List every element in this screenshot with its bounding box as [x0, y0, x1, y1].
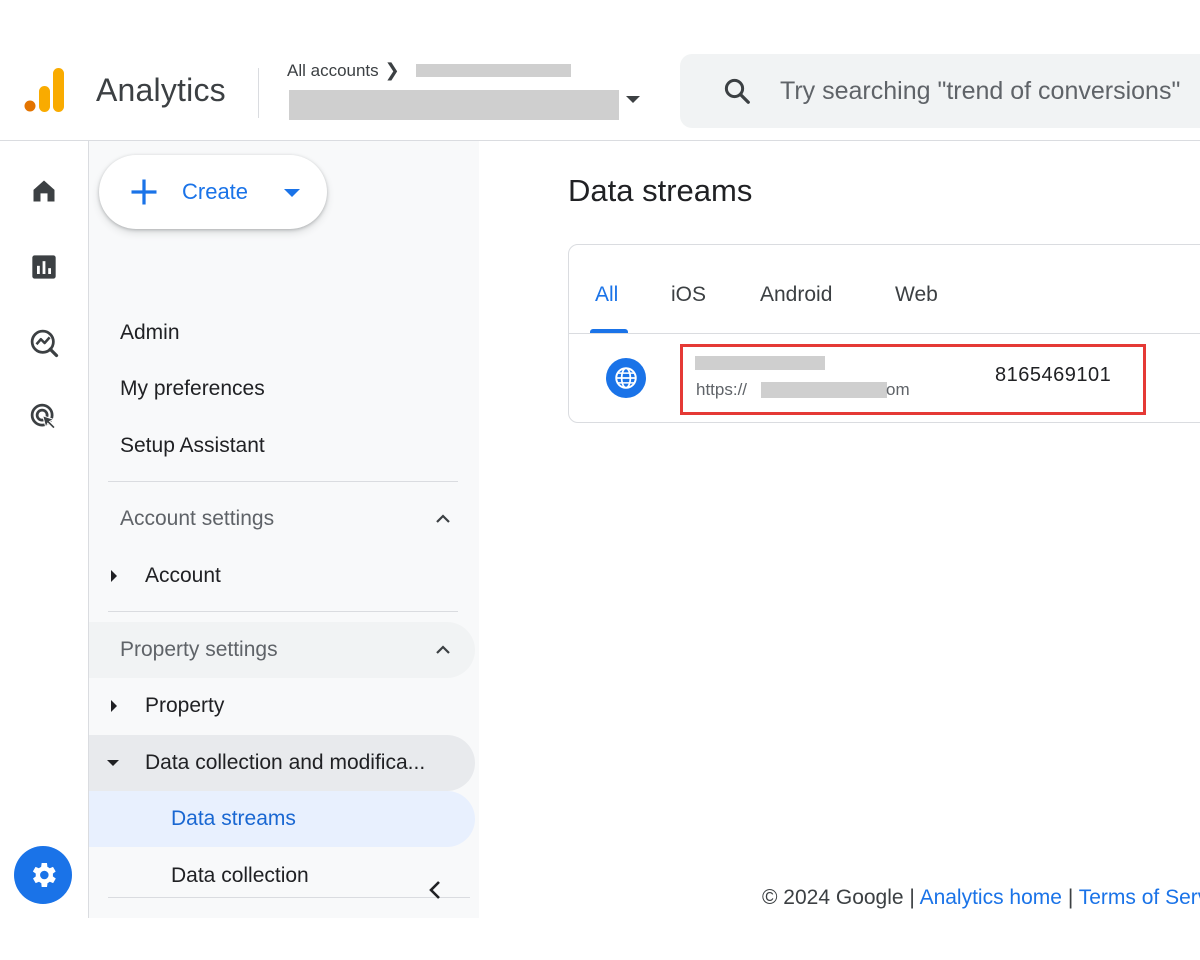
footer: © 2024 Google | Analytics home | Terms o… — [762, 886, 1200, 910]
tab-ios[interactable]: iOS — [671, 283, 706, 307]
collapse-sidebar-button[interactable] — [421, 876, 449, 904]
sub-item-data-collection-label: Data collection — [171, 864, 309, 887]
plus-icon — [131, 179, 157, 205]
expand-arrow-icon — [111, 700, 117, 712]
rail-reports[interactable] — [24, 247, 64, 287]
tab-web[interactable]: Web — [895, 283, 938, 307]
chevron-left-icon — [429, 881, 440, 899]
chevron-down-icon — [284, 189, 300, 197]
redacted-property-name[interactable] — [289, 90, 619, 120]
rail-explore[interactable] — [24, 323, 64, 363]
chevron-up-icon — [436, 514, 450, 523]
admin-settings-button[interactable] — [14, 846, 72, 904]
property-settings-header[interactable]: Property settings — [89, 622, 475, 678]
nav-setup-assistant[interactable]: Setup Assistant — [120, 434, 265, 458]
sub-item-data-streams-label: Data streams — [171, 807, 296, 830]
account-settings-header[interactable]: Account settings — [89, 491, 475, 547]
globe-icon — [615, 367, 637, 389]
property-dropdown-icon[interactable] — [626, 96, 640, 103]
expand-arrow-icon — [111, 570, 117, 582]
tree-item-data-collection-modification[interactable]: Data collection and modifica... — [89, 735, 475, 791]
explore-icon — [30, 329, 59, 358]
breadcrumb-all-accounts[interactable]: All accounts — [287, 61, 379, 81]
stream-tabs: All iOS Android Web — [569, 245, 1200, 334]
gear-icon — [32, 863, 56, 887]
nav-my-preferences[interactable]: My preferences — [120, 377, 265, 401]
footer-separator: | — [1067, 886, 1074, 909]
active-tab-indicator — [590, 329, 628, 333]
sub-item-data-streams[interactable]: Data streams — [89, 791, 475, 847]
create-label: Create — [182, 179, 249, 204]
home-icon — [33, 180, 55, 202]
section-divider — [108, 611, 458, 612]
analytics-logo[interactable] — [22, 64, 66, 116]
footer-analytics-home-link[interactable]: Analytics home — [920, 886, 1062, 909]
left-rail — [0, 141, 89, 918]
section-divider — [108, 481, 458, 482]
tab-all[interactable]: All — [595, 283, 618, 307]
rail-home[interactable] — [24, 171, 64, 211]
collapse-arrow-icon — [107, 760, 119, 766]
advertising-icon — [30, 403, 56, 430]
tab-android[interactable]: Android — [760, 283, 832, 307]
property-settings-title: Property settings — [120, 638, 278, 661]
redacted-account-name — [416, 64, 571, 77]
rail-advertising[interactable] — [24, 397, 64, 437]
nav-admin[interactable]: Admin — [120, 321, 180, 345]
app-title: Analytics — [96, 72, 226, 108]
search-bar[interactable] — [680, 54, 1200, 128]
section-divider — [108, 897, 470, 898]
tree-item-property-label: Property — [145, 694, 225, 717]
admin-sidebar: Create Admin My preferences Setup Assist… — [89, 141, 479, 918]
page-title: Data streams — [568, 173, 753, 208]
web-stream-icon — [606, 358, 646, 398]
reports-icon — [32, 255, 56, 279]
search-input[interactable] — [780, 68, 1200, 114]
footer-copyright: © 2024 Google | — [762, 886, 915, 909]
tree-item-property[interactable]: Property — [89, 678, 475, 734]
footer-terms-link[interactable]: Terms of Service — [1079, 886, 1200, 909]
tree-item-account[interactable]: Account — [89, 548, 475, 604]
breadcrumb[interactable]: All accounts ❯ — [287, 60, 400, 81]
highlight-annotation — [680, 344, 1146, 415]
sub-item-data-collection[interactable]: Data collection — [89, 848, 475, 904]
chevron-right-icon: ❯ — [384, 60, 400, 80]
create-button[interactable]: Create — [99, 155, 327, 229]
tree-item-data-collection-label: Data collection and modifica... — [145, 751, 426, 774]
header-divider — [258, 68, 259, 118]
chevron-up-icon — [436, 645, 450, 654]
top-header: Analytics All accounts ❯ — [0, 48, 1200, 141]
account-settings-title: Account settings — [120, 507, 275, 530]
app-frame: Analytics All accounts ❯ Try searching "… — [0, 48, 1200, 918]
tree-item-account-label: Account — [145, 564, 221, 587]
search-icon — [724, 78, 750, 104]
